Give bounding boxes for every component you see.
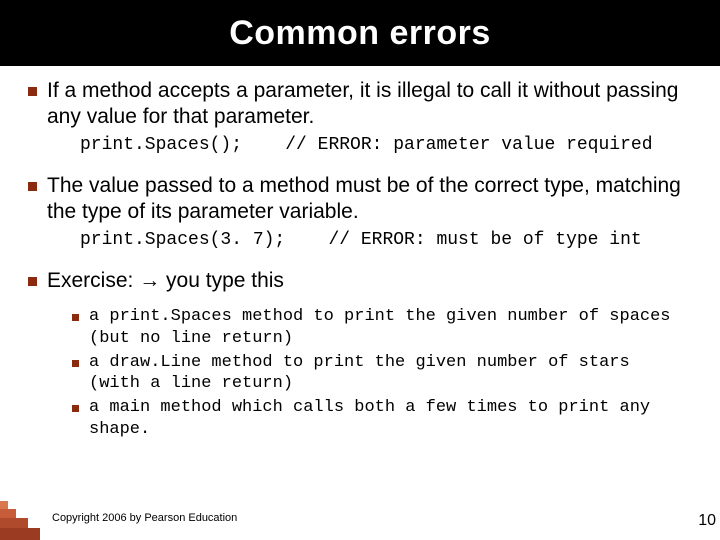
bullet-icon <box>72 405 79 412</box>
code-line: print.Spaces(); // ERROR: parameter valu… <box>80 135 690 155</box>
arrow-icon: → <box>139 269 160 292</box>
title-bar: Common errors <box>0 0 720 66</box>
list-item: a print.Spaces method to print the given… <box>72 306 690 350</box>
slide-content: If a method accepts a parameter, it is i… <box>0 66 720 441</box>
page-number: 10 <box>698 512 716 530</box>
sub-text: a draw.Line method to print the given nu… <box>89 352 690 396</box>
list-item: a draw.Line method to print the given nu… <box>72 352 690 396</box>
bullet-icon <box>72 360 79 367</box>
list-item: a main method which calls both a few tim… <box>72 397 690 441</box>
sub-text: a print.Spaces method to print the given… <box>89 306 690 350</box>
exercise-prefix: Exercise: <box>47 269 139 292</box>
exercise-line: Exercise: → you type this <box>47 268 284 294</box>
slide-title: Common errors <box>229 14 491 53</box>
bullet-text: The value passed to a method must be of … <box>47 173 690 224</box>
code-line: print.Spaces(3. 7); // ERROR: must be of… <box>80 230 690 250</box>
bullet-icon <box>72 314 79 321</box>
bullet-icon <box>28 87 37 96</box>
bullet-icon <box>28 182 37 191</box>
copyright-footer: Copyright 2006 by Pearson Education <box>52 512 237 524</box>
bullet-item: If a method accepts a parameter, it is i… <box>28 78 690 129</box>
sub-text: a main method which calls both a few tim… <box>89 397 690 441</box>
bullet-item: The value passed to a method must be of … <box>28 173 690 224</box>
bullet-text: If a method accepts a parameter, it is i… <box>47 78 690 129</box>
bullet-icon <box>28 277 37 286</box>
exercise-sublist: a print.Spaces method to print the given… <box>72 306 690 441</box>
exercise-suffix: you type this <box>160 269 284 292</box>
bullet-item: Exercise: → you type this <box>28 268 690 294</box>
